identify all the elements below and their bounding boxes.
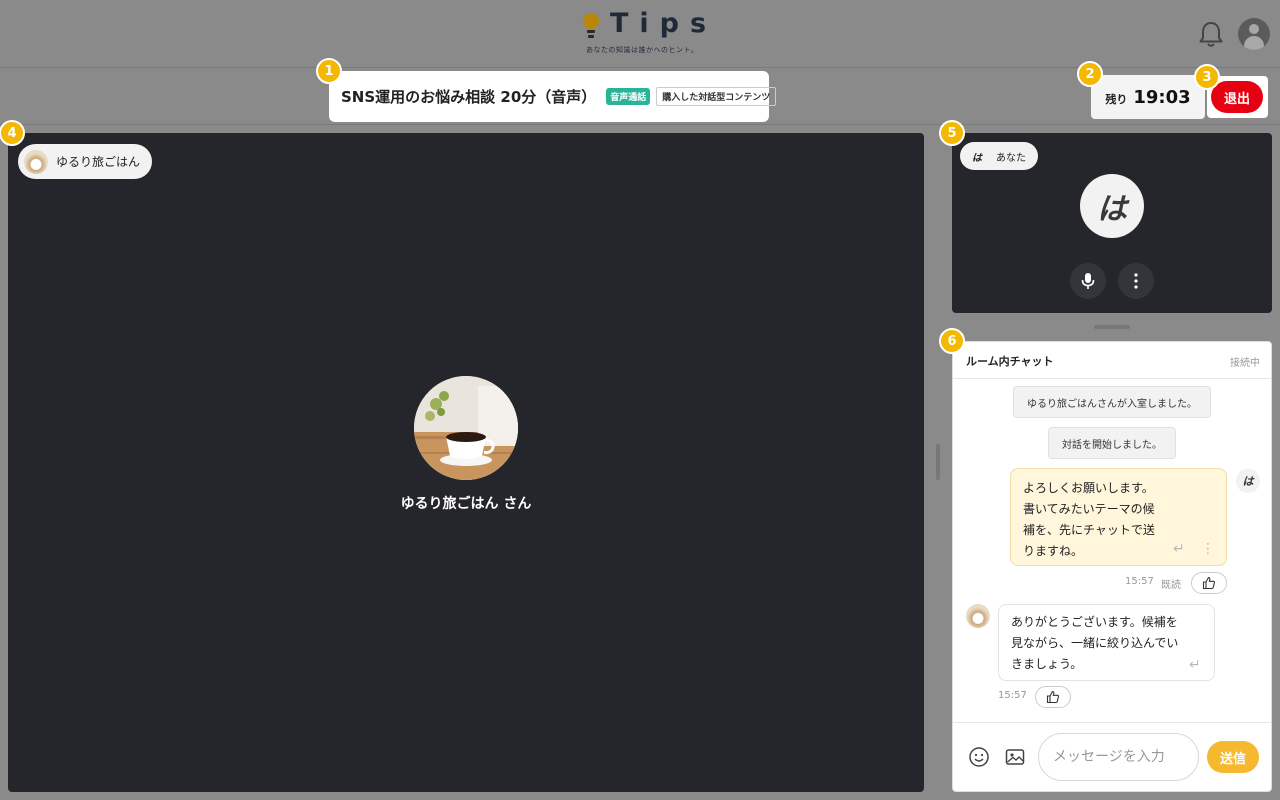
- their-message-line: きましょう。: [1011, 657, 1083, 671]
- remote-avatar-large: [414, 376, 518, 480]
- image-upload-icon[interactable]: [1004, 746, 1026, 768]
- self-name: あなた: [996, 152, 1026, 164]
- exit-button[interactable]: 退出: [1211, 81, 1263, 113]
- my-message-line: りますね。: [1023, 544, 1084, 558]
- like-button-my-message[interactable]: [1191, 572, 1227, 594]
- read-receipt: 既読: [1161, 580, 1181, 591]
- remote-name: ゆるり旅ごはん: [56, 155, 141, 169]
- remote-video-panel: ゆるり旅ごはん ゆるり旅ごはん さん: [8, 133, 924, 792]
- connection-status: 接続中: [1230, 358, 1260, 369]
- remaining-timer: 残り 19:03: [1091, 75, 1205, 119]
- annotation-badge-2: 2: [1077, 61, 1103, 87]
- purchased-content-tag: 購入した対話型コンテンツ: [656, 87, 777, 106]
- reply-icon[interactable]: ↵: [1173, 539, 1185, 560]
- annotation-badge-1: 1: [316, 58, 342, 84]
- my-message-bubble: よろしくお願いします。 書いてみたいテーマの候 補を、先にチャットで送 りますね…: [1010, 468, 1227, 566]
- more-options-button[interactable]: [1118, 263, 1154, 299]
- chat-header: ルーム内チャット 接続中: [953, 342, 1271, 379]
- vertical-resize-handle[interactable]: [1094, 325, 1130, 329]
- remote-avatar-small: [24, 149, 48, 174]
- my-avatar: は: [1236, 469, 1260, 493]
- thumbs-up-icon: [1046, 690, 1060, 704]
- their-message-line: ありがとうございます。候補を: [1011, 615, 1178, 629]
- top-header: Tips あなたの知識は誰かへのヒント。: [0, 0, 1280, 68]
- logo-text: Tips: [610, 8, 718, 39]
- annotation-badge-4: 4: [0, 120, 25, 146]
- emoji-icon[interactable]: [968, 746, 990, 768]
- tips-logo[interactable]: Tips あなたの知識は誰かへのヒント。: [580, 8, 706, 60]
- microphone-icon: [1081, 273, 1095, 289]
- panel-resize-handle[interactable]: [936, 444, 940, 480]
- microphone-button[interactable]: [1070, 263, 1106, 299]
- chat-input-bar: 送信: [953, 722, 1271, 791]
- reply-icon[interactable]: ↵: [1189, 655, 1201, 676]
- their-message-bubble: ありがとうございます。候補を 見ながら、一緒に絞り込んでい きましょう。 ↵: [998, 604, 1215, 681]
- my-message-line: よろしくお願いします。: [1023, 481, 1154, 495]
- their-message-time: 15:57: [998, 690, 1027, 701]
- my-message-line: 書いてみたいテーマの候: [1023, 502, 1155, 516]
- self-name-pill: は あなた: [960, 142, 1038, 170]
- my-message-time: 15:57: [1125, 576, 1154, 587]
- send-button[interactable]: 送信: [1207, 741, 1259, 773]
- self-avatar: は: [1080, 174, 1144, 238]
- like-button-their-message[interactable]: [1035, 686, 1071, 708]
- self-video-panel: は あなた は: [952, 133, 1272, 313]
- their-message-line: 見ながら、一緒に絞り込んでい: [1011, 636, 1179, 650]
- lightbulb-icon: [583, 13, 599, 39]
- annotation-badge-5: 5: [939, 120, 965, 146]
- kebab-menu-icon: [1134, 273, 1138, 289]
- thumbs-up-icon: [1202, 576, 1216, 590]
- notification-bell-icon[interactable]: [1197, 19, 1225, 49]
- remote-name-pill: ゆるり旅ごはん: [18, 144, 153, 179]
- message-input[interactable]: [1038, 733, 1199, 781]
- remote-display-name: ゆるり旅ごはん さん: [400, 496, 532, 512]
- room-chat-panel: ルーム内チャット 接続中 ゆるり旅ごはんさんが入室しました。 対話を開始しました…: [952, 341, 1272, 792]
- timer-value: 19:03: [1133, 86, 1191, 108]
- session-title-card: SNS運用のお悩み相談 20分（音声） 音声通話 購入した対話型コンテンツ: [329, 71, 777, 122]
- annotation-badge-3: 3: [1194, 64, 1220, 90]
- timer-label: 残り: [1105, 93, 1128, 106]
- voice-call-tag: 音声通話: [606, 88, 651, 105]
- system-message-started: 対話を開始しました。: [1048, 427, 1176, 459]
- message-menu-icon[interactable]: ⋮: [1201, 539, 1215, 560]
- logo-tagline: あなたの知識は誰かへのヒント。: [586, 46, 699, 54]
- self-initial-small: は: [972, 152, 982, 164]
- session-title: SNS運用のお悩み相談 20分（音声）: [341, 88, 597, 106]
- chat-title: ルーム内チャット: [966, 355, 1054, 368]
- annotation-badge-6: 6: [939, 328, 965, 354]
- user-avatar-icon[interactable]: [1238, 18, 1270, 50]
- remote-chat-avatar: [966, 604, 990, 628]
- system-message-joined: ゆるり旅ごはんさんが入室しました。: [1013, 386, 1211, 418]
- my-message-line: 補を、先にチャットで送: [1023, 523, 1155, 537]
